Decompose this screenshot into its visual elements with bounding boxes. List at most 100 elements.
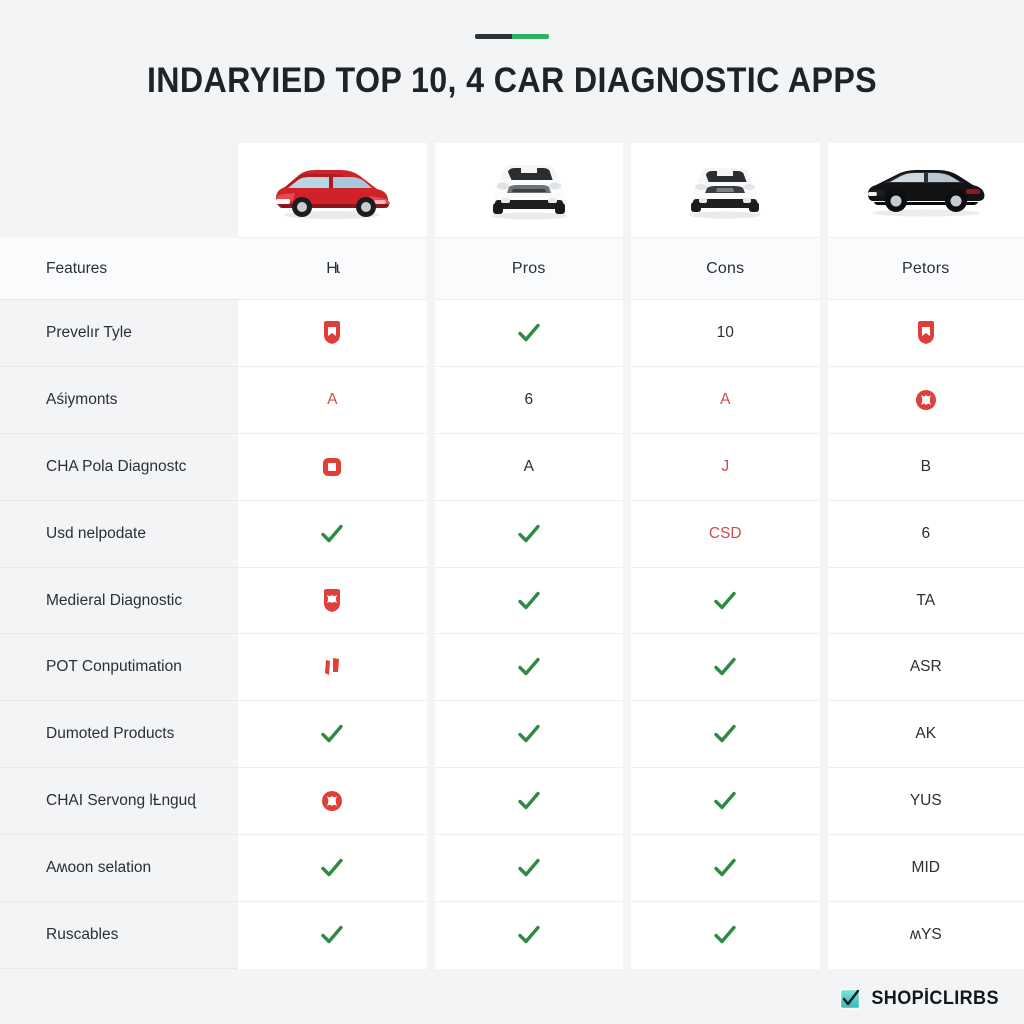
red-shield-badge-icon: [324, 320, 341, 344]
cell-r10c2: [435, 902, 624, 969]
cell-value-text: 10: [716, 323, 734, 341]
cell-r9c1: [238, 835, 427, 903]
row-label-1: Prevelır Tyle: [0, 300, 238, 367]
row-label-5: Medieral Diagnostic: [0, 568, 238, 635]
cell-value-text: B: [920, 457, 931, 475]
product-header-label-1: Hɩ: [326, 259, 340, 277]
green-check-icon: [321, 858, 343, 877]
green-check-icon: [518, 791, 540, 810]
cell-r2c1: A: [238, 367, 427, 434]
cell-value-text: MID: [911, 859, 940, 877]
row-label-2: Aśiymonts: [0, 367, 238, 434]
row-label-4: Usd nelpodate: [0, 501, 238, 568]
cell-value-text: 6: [524, 390, 534, 408]
cell-r4c1: [238, 501, 427, 568]
green-check-icon: [714, 591, 736, 609]
title-divider-green-segment: [512, 34, 549, 39]
product-header-label-4: Petors: [902, 259, 950, 277]
cell-r3c4: B: [827, 434, 1024, 501]
cell-r8c1: [238, 768, 427, 836]
row-label-text: POT Conputimation: [46, 658, 182, 676]
cell-r7c2: [434, 701, 623, 769]
product-header-2[interactable]: Pros: [434, 238, 623, 300]
product-image-cell-4: [827, 143, 1024, 238]
green-check-icon: [518, 524, 540, 542]
cell-r1c2: [434, 300, 623, 367]
red-hatchback-car-icon: [276, 170, 391, 219]
feature-column-header-label: Features: [46, 259, 108, 277]
row-label-6: POT Conputimation: [0, 634, 238, 702]
red-shield-badge-icon: [917, 320, 934, 344]
black-sedan-car-icon: [867, 170, 985, 217]
cell-value-text: 6: [921, 524, 931, 542]
cell-r3c2: A: [434, 434, 623, 501]
row-label-text: Aʍoon selation: [46, 859, 152, 877]
cell-r2c3: A: [631, 367, 820, 434]
cell-r5c2: [434, 568, 623, 635]
green-check-icon: [714, 791, 736, 810]
row-label-7: Dumoted Products: [0, 701, 238, 769]
cell-r9c2: [434, 835, 623, 903]
green-check-icon: [714, 725, 736, 743]
label-column-image-spacer: [0, 143, 238, 238]
cell-r5c1: [238, 568, 427, 635]
product-header-4[interactable]: Petors: [827, 238, 1024, 300]
checkbox-icon: [839, 988, 860, 1010]
cell-r6c4: ASR: [827, 634, 1024, 702]
cell-r6c3: [631, 634, 820, 702]
product-header-label-3: Cons: [706, 259, 745, 277]
cell-value-text: TA: [916, 591, 936, 609]
row-label-text: CHA Pola Diagnostc: [46, 457, 187, 475]
feature-label-column: Features Prevelır Tyle Aśiymonts CHA Pol…: [0, 143, 238, 969]
cell-r7c1: [238, 701, 427, 769]
row-label-text: Ruscables: [46, 925, 119, 943]
white-sedan-car-icon: [689, 168, 762, 219]
product-column-1[interactable]: Hɩ A: [238, 143, 435, 969]
row-label-8: CHAI Servong lȽnguɖ: [0, 768, 238, 836]
cell-r1c3: 10: [631, 300, 820, 367]
cell-r4c4: 6: [827, 501, 1024, 568]
cell-r2c2: 6: [434, 367, 623, 434]
cell-r9c4: MID: [827, 835, 1024, 903]
green-check-icon: [518, 323, 540, 342]
cell-r10c1: [238, 902, 427, 969]
row-label-9: Aʍoon selation: [0, 835, 238, 903]
cell-r7c4: AK: [827, 701, 1024, 769]
red-shield-badge-icon: [324, 588, 341, 612]
cell-r8c3: [631, 768, 820, 836]
watermark: SHOPİCLIRBS: [839, 988, 1002, 1010]
green-check-icon: [321, 926, 343, 944]
title-block: INDARYIED TOP 10, 4 CAR DIAGNOSTIC APPS: [0, 34, 1024, 101]
cell-value-text: A: [327, 390, 338, 408]
cell-r6c2: [434, 634, 623, 702]
cell-value-text: J: [721, 457, 730, 475]
cell-r5c3: [631, 568, 820, 635]
green-check-icon: [518, 858, 540, 877]
cell-r4c3: CSD: [631, 501, 820, 568]
green-check-icon: [714, 858, 736, 877]
row-label-text: Medieral Diagnostic: [46, 591, 183, 609]
red-circle-badge-icon: [322, 791, 343, 812]
product-image-cell-2: [434, 143, 623, 238]
product-column-4[interactable]: Petors B 6 TA ASR AK YUS MID ʍYS: [827, 143, 1024, 969]
cell-r5c4: TA: [827, 568, 1024, 635]
cell-value-text: A: [523, 457, 534, 475]
watermark-text: SHOPİCLIRBS: [871, 988, 999, 1009]
page-title: INDARYIED TOP 10, 4 CAR DIAGNOSTIC APPS: [146, 61, 878, 100]
cell-value-text: AK: [915, 725, 937, 743]
red-square-badge-icon: [323, 457, 342, 476]
cell-r10c4: ʍYS: [828, 902, 1024, 969]
feature-column-header: Features: [0, 238, 238, 300]
green-check-icon: [518, 926, 540, 944]
white-suv-car-icon: [490, 165, 567, 220]
product-header-1[interactable]: Hɩ: [238, 238, 427, 300]
cell-value-text: ASR: [909, 658, 942, 676]
product-header-3[interactable]: Cons: [631, 238, 820, 300]
row-label-10: Ruscables: [0, 902, 238, 969]
cell-r1c4: [827, 300, 1024, 367]
cell-r1c1: [238, 300, 427, 367]
cell-r7c3: [631, 701, 820, 769]
red-bars-icon: [325, 658, 340, 676]
product-column-2[interactable]: Pros 6 A: [434, 143, 631, 969]
product-column-3[interactable]: Cons 10 A J CSD: [631, 143, 828, 969]
